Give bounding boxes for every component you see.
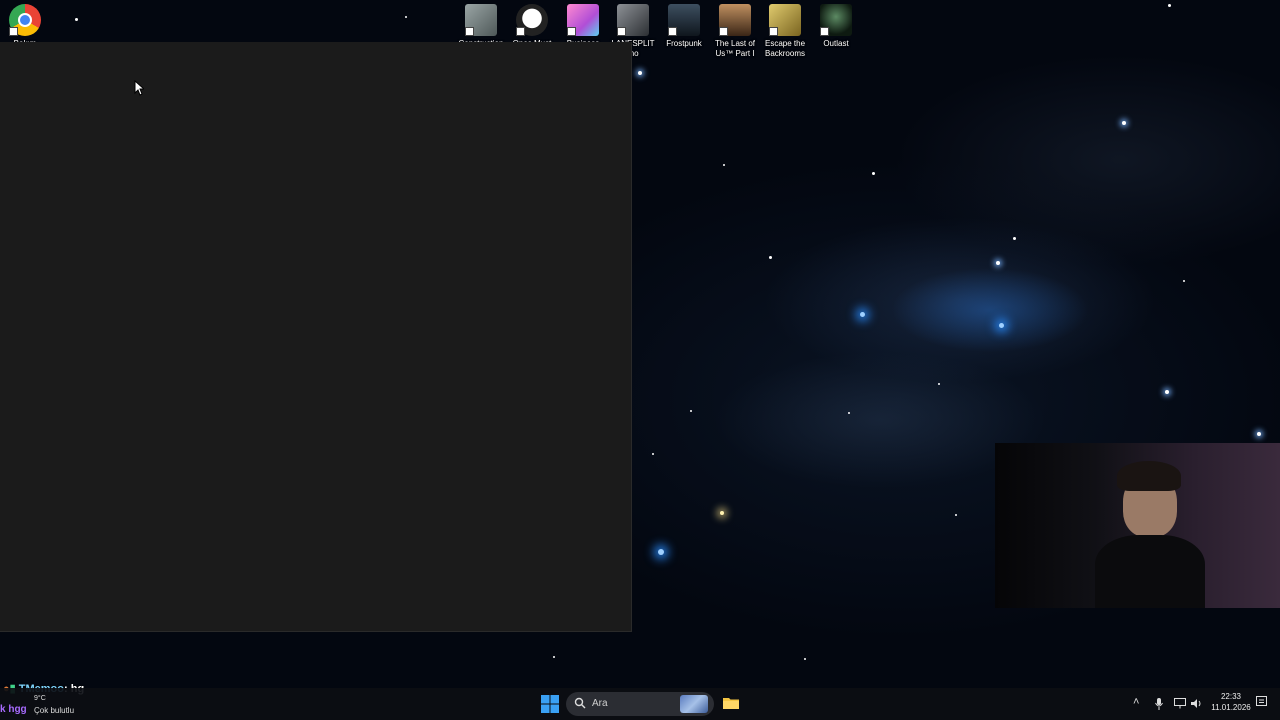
star (723, 164, 725, 166)
desktop-icon-construction[interactable]: Construction (456, 4, 506, 45)
star (553, 656, 555, 658)
desktop-icon-the-last-of-us[interactable]: The Last of Us™ Part I (710, 4, 760, 59)
star (75, 18, 78, 21)
taskbar-search[interactable]: Ara (566, 692, 714, 716)
star (804, 658, 806, 660)
star (690, 410, 692, 412)
star (860, 312, 865, 317)
weather-temp: 9°C (34, 695, 46, 702)
stream-overlay-text: k hgg (0, 704, 27, 715)
volume-icon[interactable] (1191, 698, 1203, 709)
notification-icon[interactable] (1256, 696, 1267, 708)
clock-date: 11.01.2026 (1211, 703, 1251, 712)
weather-widget[interactable]: k hgg 9°C Çok bulutlu (0, 690, 90, 718)
desktop-icon-outlast[interactable]: Outlast (811, 4, 861, 49)
weather-desc: Çok bulutlu (34, 706, 75, 715)
lanesplit-icon (617, 4, 649, 36)
star (1013, 237, 1016, 240)
person-body (1095, 535, 1205, 608)
star (1122, 121, 1126, 125)
system-clock[interactable]: 22:33 11.01.2026 (1208, 691, 1254, 713)
chrome-icon (9, 4, 41, 36)
windows-start-icon[interactable] (541, 695, 559, 713)
star (1168, 4, 1171, 7)
desktop-icon-business-tour[interactable]: Business Tour (558, 4, 608, 45)
desktop-icon-frostpunk[interactable]: Frostpunk (659, 4, 709, 49)
the-last-of-us-icon (719, 4, 751, 36)
star (872, 172, 875, 175)
frostpunk-icon (668, 4, 700, 36)
network-icon[interactable] (1174, 698, 1186, 709)
desktop-icon-chrome[interactable]: Bakım (0, 4, 50, 45)
clock-time: 22:33 (1220, 692, 1242, 701)
star (652, 453, 654, 455)
search-placeholder: Ara (592, 698, 608, 709)
star (658, 549, 664, 555)
blank-app-window[interactable] (0, 42, 632, 632)
star (405, 16, 407, 18)
mouse-cursor-icon (134, 80, 144, 96)
desktop-icon-escape-the-backrooms[interactable]: Escape the Backrooms (760, 4, 810, 59)
skull-icon (516, 4, 548, 36)
star (955, 514, 957, 516)
star (999, 323, 1004, 328)
star (1183, 280, 1185, 282)
desktop-icon-label: Outlast (823, 39, 849, 48)
chevron-up-icon[interactable]: ˄ (1133, 696, 1139, 708)
taskbar: k hgg 9°C Çok bulutlu Ara ˄ 22:33 11.01.… (0, 688, 1280, 720)
star (1257, 432, 1261, 436)
star (638, 71, 642, 75)
star (720, 511, 724, 515)
outlast-icon (820, 4, 852, 36)
desktop-icon-label: The Last of Us™ Part I (714, 39, 756, 58)
person-hair (1117, 461, 1181, 491)
desktop-icon-label: Escape the Backrooms (764, 39, 806, 58)
desktop-icon-label: Frostpunk (666, 39, 702, 48)
webcam-overlay (995, 443, 1280, 608)
escape-the-backrooms-icon (769, 4, 801, 36)
construction-game-icon (465, 4, 497, 36)
desktop-icon-ones-must[interactable]: Ones Must (507, 4, 557, 45)
business-tour-icon (567, 4, 599, 36)
star (996, 261, 1000, 265)
search-icon (574, 697, 586, 709)
star (938, 383, 940, 385)
star (1165, 390, 1169, 394)
search-highlight-icon (680, 695, 708, 713)
file-explorer-icon[interactable] (722, 694, 740, 712)
microphone-icon[interactable] (1155, 698, 1163, 710)
star (769, 256, 772, 259)
star (848, 412, 850, 414)
